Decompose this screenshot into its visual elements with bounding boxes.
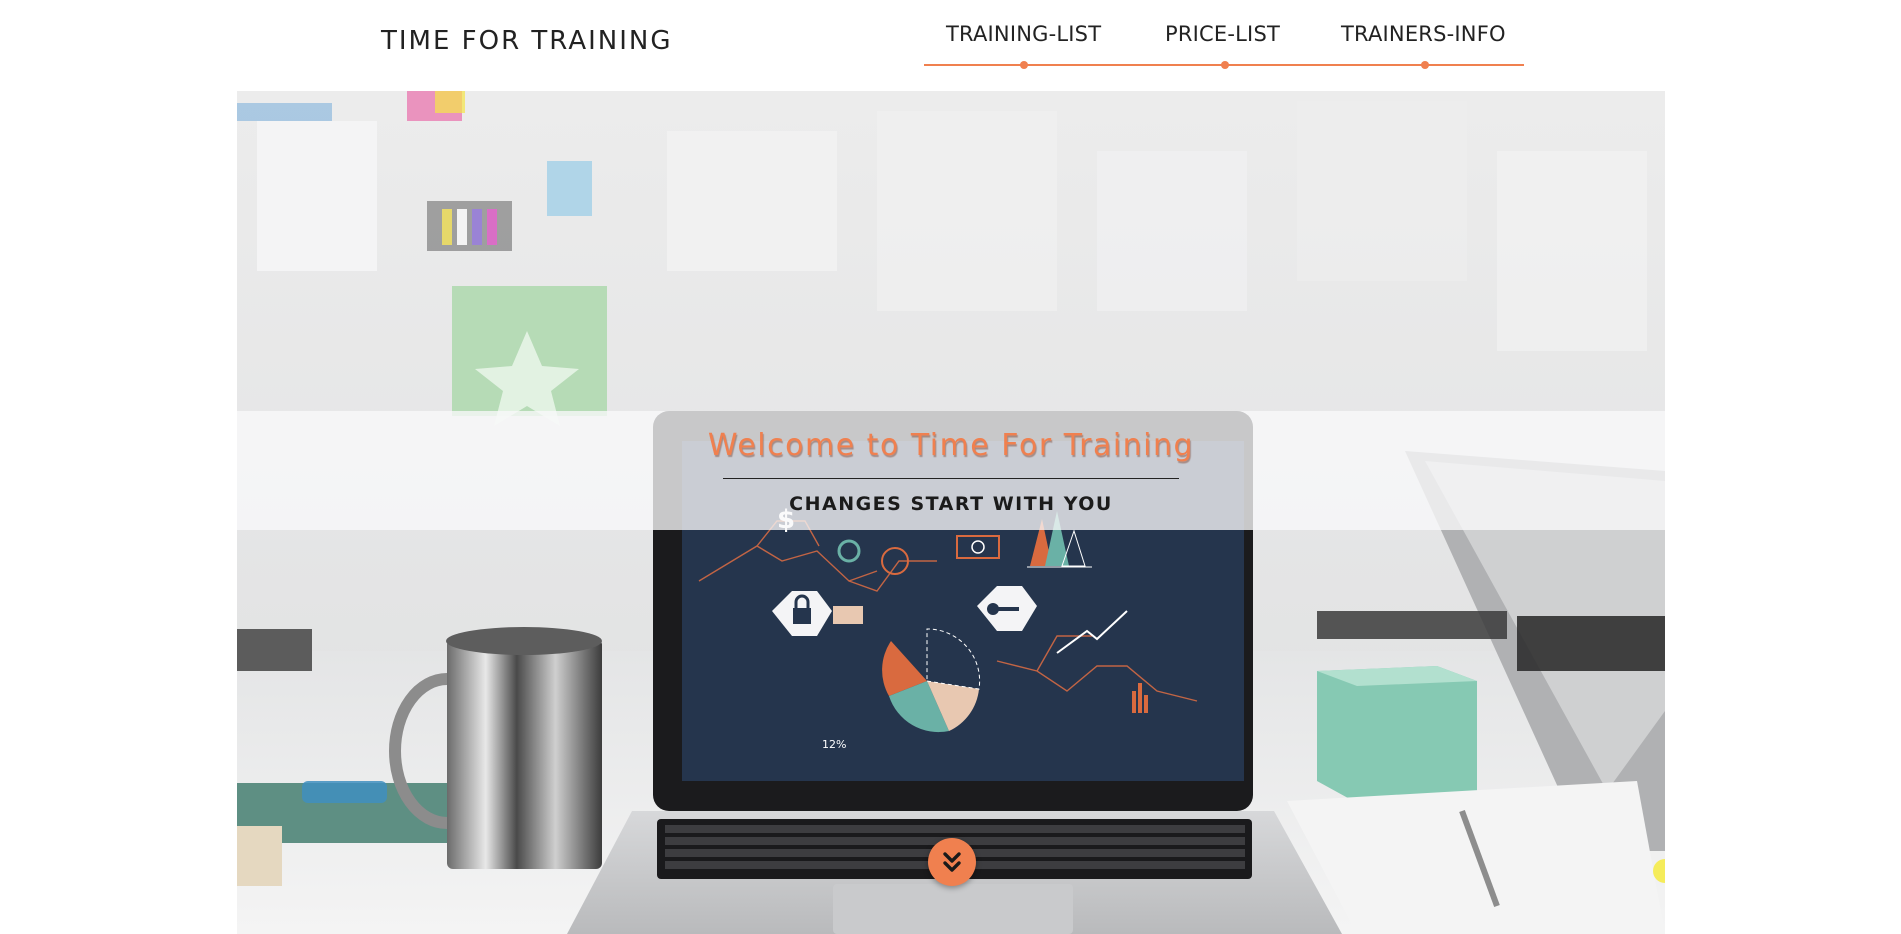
nav-price-list[interactable]: PRICE-LIST xyxy=(1165,22,1280,46)
main-nav: TRAINING-LIST PRICE-LIST TRAINERS-INFO xyxy=(924,22,1524,69)
hero-title: Welcome to Time For Training xyxy=(707,428,1195,463)
nav-dot xyxy=(1221,61,1229,69)
double-chevron-down-icon xyxy=(943,852,961,872)
site-logo-text[interactable]: TIME FOR TRAINING xyxy=(381,26,673,56)
hero-section: $ 12% Welcome to Time For Training CHANG… xyxy=(237,91,1665,934)
hero-banner: Welcome to Time For Training CHANGES STA… xyxy=(237,411,1665,530)
hero-subtitle: CHANGES START WITH YOU xyxy=(789,493,1113,515)
nav-dot xyxy=(1020,61,1028,69)
percent-label: 12% xyxy=(822,738,846,751)
nav-dot xyxy=(1421,61,1429,69)
nav-training-list[interactable]: TRAINING-LIST xyxy=(946,22,1101,46)
scroll-down-button[interactable] xyxy=(928,838,976,886)
nav-trainers-info[interactable]: TRAINERS-INFO xyxy=(1341,22,1506,46)
title-divider xyxy=(723,478,1179,479)
